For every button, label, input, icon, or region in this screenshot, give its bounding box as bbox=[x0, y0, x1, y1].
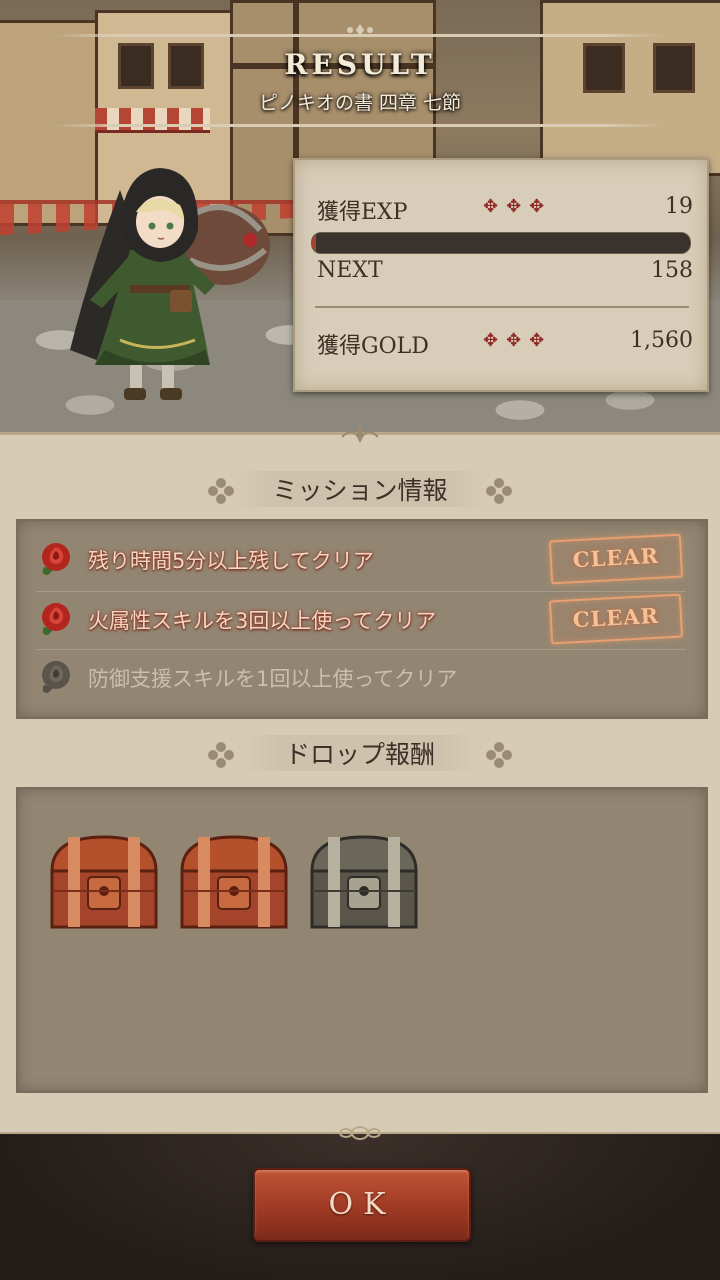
red-treasure-chest-icon[interactable] bbox=[46, 831, 162, 933]
gold-label: 獲得GOLD bbox=[317, 334, 429, 359]
ok-button[interactable]: OK bbox=[253, 1168, 471, 1242]
exp-decoration-icon: ✥✥✥ bbox=[483, 196, 553, 217]
mission-item: 残り時間5分以上残してクリア CLEAR bbox=[36, 533, 686, 587]
stats-divider bbox=[315, 306, 689, 308]
ornament-icon bbox=[339, 1126, 381, 1140]
drop-section-header: ドロップ報酬 bbox=[0, 735, 720, 775]
mission-item: 火属性スキルを3回以上使ってクリア CLEAR bbox=[36, 593, 686, 647]
result-details-panel: ミッション情報 残り時間5分以上残してクリア CLEAR 火属性スキルを3回以上… bbox=[0, 425, 720, 1135]
drop-section-title: ドロップ報酬 bbox=[244, 735, 475, 771]
grey-rose-icon bbox=[42, 661, 70, 693]
page-title: RESULT bbox=[284, 48, 436, 81]
exp-progress-fill bbox=[312, 233, 316, 253]
exp-progress-bar bbox=[311, 232, 691, 254]
red-treasure-chest-icon[interactable] bbox=[176, 831, 292, 933]
iron-treasure-chest-icon[interactable] bbox=[306, 831, 422, 933]
mission-text: 防御支援スキルを1回以上使ってクリア bbox=[88, 667, 458, 691]
red-rose-icon bbox=[42, 603, 70, 635]
clear-stamp: CLEAR bbox=[548, 533, 684, 585]
character-sprite bbox=[70, 168, 270, 400]
stage-name: ピノキオの書 四章 七節 bbox=[258, 92, 462, 114]
footer: OK bbox=[0, 1126, 720, 1280]
title-bottom-line bbox=[55, 124, 665, 127]
next-value: 158 bbox=[651, 258, 693, 283]
reward-stats-panel: 獲得EXP ✥✥✥ 19 NEXT 158 獲得GOLD ✥✥✥ 1,560 bbox=[293, 158, 709, 392]
exp-row: 獲得EXP ✥✥✥ 19 bbox=[317, 194, 693, 228]
mission-divider bbox=[36, 591, 686, 592]
drop-reward-list bbox=[16, 787, 708, 1093]
clover-ornament-icon bbox=[486, 478, 512, 504]
exp-value: 19 bbox=[665, 194, 693, 219]
mission-section-header: ミッション情報 bbox=[0, 471, 720, 511]
ornament-icon bbox=[341, 425, 379, 443]
next-row: NEXT 158 bbox=[317, 258, 693, 292]
mission-section-title: ミッション情報 bbox=[232, 471, 488, 507]
clover-ornament-icon bbox=[486, 742, 512, 768]
clover-ornament-icon bbox=[208, 478, 234, 504]
battle-scene-background: RESULT ピノキオの書 四章 七節 獲得EXP ✥✥✥ 19 NEXT 15… bbox=[0, 0, 720, 432]
red-rose-icon bbox=[42, 543, 70, 575]
gold-value: 1,560 bbox=[630, 328, 693, 353]
mission-text: 残り時間5分以上残してクリア bbox=[88, 549, 374, 573]
ornament-icon bbox=[347, 24, 373, 36]
result-title-bar: RESULT ピノキオの書 四章 七節 bbox=[55, 24, 665, 130]
exp-label: 獲得EXP bbox=[317, 200, 408, 225]
gold-row: 獲得GOLD ✥✥✥ 1,560 bbox=[317, 328, 693, 362]
clear-stamp: CLEAR bbox=[548, 593, 684, 645]
mission-item: 防御支援スキルを1回以上使ってクリア bbox=[36, 651, 686, 705]
clover-ornament-icon bbox=[208, 742, 234, 768]
next-label: NEXT bbox=[317, 258, 383, 283]
gold-decoration-icon: ✥✥✥ bbox=[483, 330, 553, 351]
mission-text: 火属性スキルを3回以上使ってクリア bbox=[88, 609, 437, 633]
mission-list: 残り時間5分以上残してクリア CLEAR 火属性スキルを3回以上使ってクリア C… bbox=[16, 519, 708, 719]
mission-divider bbox=[36, 649, 686, 650]
result-screen: RESULT ピノキオの書 四章 七節 獲得EXP ✥✥✥ 19 NEXT 15… bbox=[0, 0, 720, 1280]
